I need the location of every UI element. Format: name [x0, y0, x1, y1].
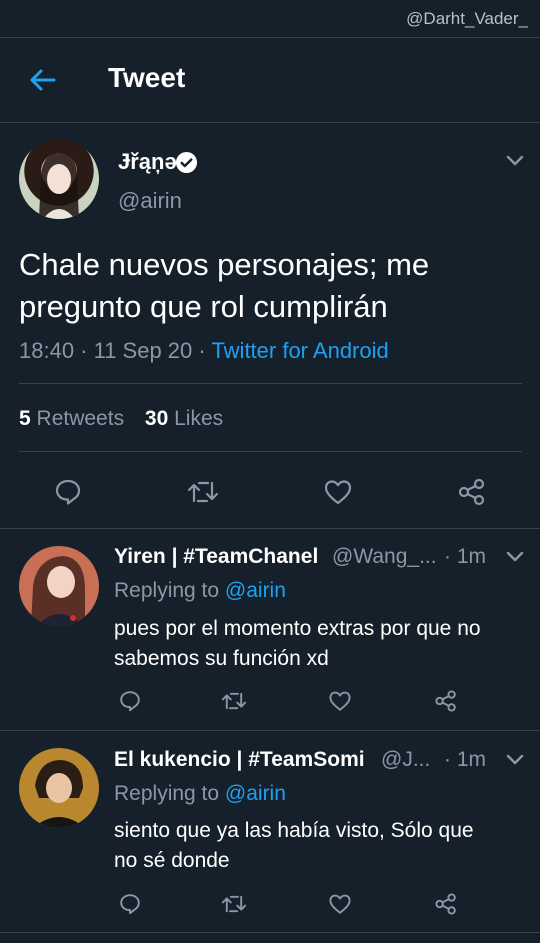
avatar-image: [39, 153, 79, 219]
retweets-count: 5: [19, 407, 31, 430]
client-link[interactable]: Twitter for Android: [211, 338, 388, 363]
reply-text-line: sabemos su función xd: [114, 647, 329, 670]
reply-text: siento que ya las había visto, Sólo que …: [114, 816, 474, 876]
retweet-icon[interactable]: [221, 689, 247, 713]
arrow-left-icon[interactable]: [28, 66, 56, 94]
replying-to-label: Replying to: [114, 579, 225, 602]
replying-to-link[interactable]: @airin: [225, 782, 286, 805]
tweet-stats: 5 Retweets 30 Likes: [19, 407, 223, 431]
tweet-meta: 18:40 · 11 Sep 20 · Twitter for Android: [19, 338, 389, 364]
replying-to: Replying to @airin: [114, 782, 286, 806]
top-app-bar: Tweet: [0, 38, 540, 122]
user-handle[interactable]: @J...: [381, 748, 430, 772]
reply-text: pues por el momento extras por que no sa…: [114, 614, 481, 674]
share-icon[interactable]: [457, 477, 487, 507]
replying-to-link[interactable]: @airin: [225, 579, 286, 602]
tweet-text-line: pregunto que rol cumplirán: [19, 289, 388, 324]
divider: [0, 932, 540, 933]
verified-badge-icon: [175, 151, 198, 174]
page-title: Tweet: [108, 62, 186, 93]
display-name[interactable]: El kukencio | #TeamSomi: [114, 748, 365, 772]
avatar[interactable]: [19, 139, 99, 219]
comment-icon[interactable]: [118, 892, 142, 916]
divider: [19, 383, 522, 384]
reply-text-line: no sé donde: [114, 849, 230, 872]
avatar[interactable]: [19, 546, 99, 626]
chevron-down-icon[interactable]: [505, 753, 525, 767]
comment-icon[interactable]: [118, 689, 142, 713]
reply-text-line: siento que ya las había visto, Sólo que: [114, 819, 474, 842]
chevron-down-icon[interactable]: [505, 154, 525, 168]
comment-icon[interactable]: [53, 477, 83, 507]
divider: [19, 451, 522, 452]
avatar-image: [19, 748, 99, 828]
avatar[interactable]: [19, 748, 99, 828]
avatar-image: [19, 546, 99, 626]
tweet-text: Chale nuevos personajes; me pregunto que…: [19, 244, 429, 328]
tweet-timestamp: 18:40 · 11 Sep 20 ·: [19, 338, 212, 363]
chevron-down-icon[interactable]: [505, 550, 525, 564]
replying-to-label: Replying to: [114, 782, 225, 805]
share-icon[interactable]: [434, 892, 458, 916]
tweet-text-line: Chale nuevos personajes; me: [19, 247, 430, 282]
heart-icon[interactable]: [328, 892, 352, 916]
watermark: @Darht_Vader_: [406, 9, 528, 28]
replying-to: Replying to @airin: [114, 579, 286, 603]
divider: [0, 528, 540, 529]
likes-label: Likes: [174, 407, 224, 430]
tweet-time: · 1m: [444, 545, 486, 568]
divider: [0, 122, 540, 123]
likes-count: 30: [144, 407, 169, 430]
display-name[interactable]: Yiren | #TeamChanel: [114, 545, 318, 569]
likes-stat[interactable]: 30 Likes: [145, 407, 223, 430]
retweets-label: Retweets: [36, 407, 125, 430]
retweet-icon[interactable]: [221, 892, 247, 916]
display-name[interactable]: Ɉřąņə: [118, 149, 177, 175]
heart-icon[interactable]: [323, 477, 353, 507]
heart-icon[interactable]: [328, 689, 352, 713]
user-handle[interactable]: @Wang_...: [332, 545, 437, 569]
tweet-time: · 1m: [444, 748, 486, 771]
retweets-stat[interactable]: 5 Retweets: [19, 407, 124, 430]
retweet-icon[interactable]: [187, 477, 219, 507]
reply-text-line: pues por el momento extras por que no: [114, 617, 481, 640]
share-icon[interactable]: [434, 689, 458, 713]
user-handle[interactable]: @airin: [118, 188, 182, 214]
divider: [0, 730, 540, 731]
